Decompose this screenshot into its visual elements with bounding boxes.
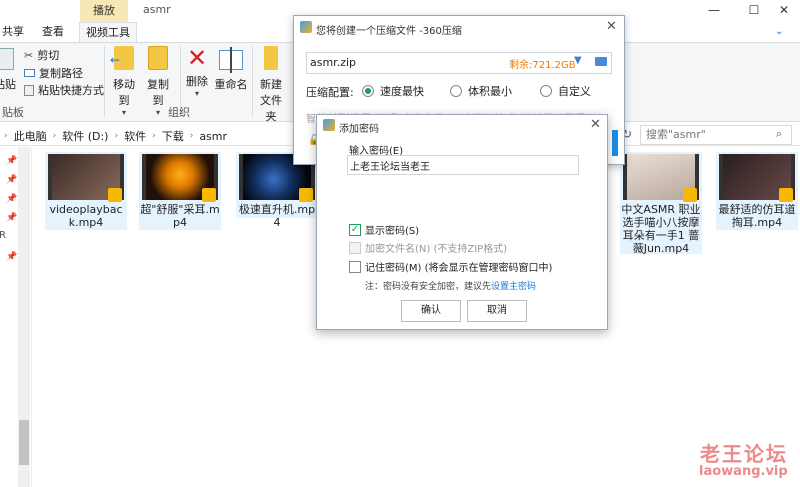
set-master-password-link[interactable]: 设置主密码 xyxy=(491,282,536,292)
password-input[interactable] xyxy=(347,155,579,175)
archive-filename: asmr.zip xyxy=(310,56,357,69)
dropdown-arrow-icon[interactable]: ▼ xyxy=(574,55,582,66)
copy-path-button[interactable]: 复制路径 xyxy=(24,65,83,81)
player-badge-icon xyxy=(202,188,216,202)
checkbox-disabled[interactable] xyxy=(349,241,361,254)
file-name: 最舒适的仿耳道掏耳.mp4 xyxy=(718,203,796,229)
video-thumbnail xyxy=(719,154,795,202)
copy-path-icon xyxy=(24,69,35,77)
search-input[interactable]: 搜索"asmr" xyxy=(640,125,792,145)
rename-button[interactable]: 重命名 xyxy=(214,46,248,92)
tab-play-context[interactable]: 播放 xyxy=(80,0,128,22)
tab-share[interactable]: 共享 xyxy=(2,22,24,42)
copy-to-icon xyxy=(148,46,168,70)
show-password-checkbox[interactable]: 显示密码(S) xyxy=(349,222,419,237)
minimize-button[interactable]: — xyxy=(694,0,734,22)
new-folder-icon xyxy=(264,46,278,70)
compression-config-label: 压缩配置: xyxy=(306,86,354,99)
remember-password-checkbox[interactable]: 记住密码(M) (将会显示在管理密码窗口中) xyxy=(349,259,552,274)
pin-icon[interactable]: 📌 xyxy=(6,194,17,204)
move-to-button[interactable]: ← 移动到 ▾ xyxy=(108,46,140,117)
video-thumbnail xyxy=(142,154,218,202)
nav-item-truncated[interactable]: R xyxy=(0,230,6,241)
cancel-button[interactable]: 取消 xyxy=(467,300,527,322)
radio-unselected[interactable] xyxy=(450,85,462,97)
group-label-clipboard: 贴板 xyxy=(2,106,24,119)
chevron-right-icon: › xyxy=(52,131,57,141)
security-note: 注：密码没有安全加密，建议先设置主密码 xyxy=(365,282,537,292)
nav-scroll-thumb[interactable] xyxy=(19,420,29,465)
scissors-icon: ✂ xyxy=(24,48,34,62)
ribbon-separator xyxy=(252,46,253,116)
breadcrumb-drive-d[interactable]: 软件 (D:) xyxy=(62,128,108,144)
file-item[interactable]: 超"舒服"采耳.mp4 xyxy=(139,152,221,230)
breadcrumb-downloads[interactable]: 下载 xyxy=(162,128,184,144)
file-name: videoplayback.mp4 xyxy=(49,203,123,229)
file-item[interactable]: videoplayback.mp4 xyxy=(45,152,127,230)
pin-icon[interactable]: 📌 xyxy=(6,175,17,185)
pin-icon[interactable]: 📌 xyxy=(6,156,17,166)
tab-view[interactable]: 查看 xyxy=(42,22,64,42)
ribbon-expand-icon[interactable]: ⌄ xyxy=(775,26,783,37)
checkbox-checked[interactable] xyxy=(349,223,361,236)
rename-icon xyxy=(219,47,243,73)
file-item[interactable]: 中文ASMR 职业选手喵小八按摩耳朵有一手1 蔷薇Jun.mp4 xyxy=(620,152,702,255)
paste-icon[interactable] xyxy=(0,48,14,70)
file-name: 超"舒服"采耳.mp4 xyxy=(140,203,220,229)
delete-button[interactable]: ✕ 删除 ▾ xyxy=(184,46,210,98)
compress-title: 您将创建一个压缩文件 -360压缩 xyxy=(316,26,462,37)
player-badge-icon xyxy=(779,188,793,202)
free-space-label: 剩余:721.2GB xyxy=(509,60,576,71)
pin-icon[interactable]: 📌 xyxy=(6,213,17,223)
cut-button[interactable]: ✂ 剪切 xyxy=(24,47,59,63)
close-button[interactable]: ✕ xyxy=(764,0,800,22)
360-zip-logo-icon xyxy=(300,21,312,33)
chevron-right-icon: › xyxy=(189,131,194,141)
delete-x-icon: ✕ xyxy=(186,44,208,72)
breadcrumb-software[interactable]: 软件 xyxy=(124,128,146,144)
paste-shortcut-button[interactable]: 粘贴快捷方式 xyxy=(24,82,104,98)
start-compress-button[interactable] xyxy=(612,130,618,156)
chevron-right-icon: › xyxy=(152,131,156,141)
player-badge-icon xyxy=(108,188,122,202)
group-label-organize: 组织 xyxy=(168,106,190,119)
video-thumbnail xyxy=(623,154,699,202)
breadcrumb: › 此电脑 › 软件 (D:) › 软件 › 下载 › asmr xyxy=(4,128,227,144)
option-fastest[interactable]: 速度最快 xyxy=(362,83,424,99)
pin-icon[interactable]: 📌 xyxy=(6,252,17,262)
move-to-icon: ← xyxy=(110,46,134,70)
search-icon: ⌕ xyxy=(776,127,783,140)
option-smallest[interactable]: 体积最小 xyxy=(450,83,512,99)
watermark-title: 老王论坛 xyxy=(700,442,788,466)
watermark-url: laowang.vip xyxy=(699,464,788,479)
checkbox-unchecked[interactable] xyxy=(349,260,361,273)
tab-video-tools[interactable]: 视频工具 xyxy=(79,22,137,42)
ok-button[interactable]: 确认 xyxy=(401,300,461,322)
radio-selected[interactable] xyxy=(362,85,374,97)
file-name: 中文ASMR 职业选手喵小八按摩耳朵有一手1 蔷薇Jun.mp4 xyxy=(621,203,701,255)
folder-browse-icon[interactable] xyxy=(595,57,607,66)
360-zip-logo-icon xyxy=(323,119,335,131)
chevron-right-icon: › xyxy=(4,131,8,141)
dialog-title: 添加密码 xyxy=(339,124,379,135)
window-title: asmr xyxy=(143,3,171,16)
video-thumbnail xyxy=(48,154,124,202)
paste-shortcut-icon xyxy=(24,84,34,96)
breadcrumb-asmr[interactable]: asmr xyxy=(199,130,227,143)
option-custom[interactable]: 自定义 xyxy=(540,83,591,99)
paste-button[interactable]: 粘贴 xyxy=(0,76,16,92)
radio-unselected[interactable] xyxy=(540,85,552,97)
new-folder-button[interactable]: 新建 文件夹 xyxy=(255,46,287,124)
player-badge-icon xyxy=(683,188,697,202)
encrypt-filenames-checkbox[interactable]: 加密文件名(N) (不支持ZIP格式) xyxy=(349,240,507,255)
player-badge-icon xyxy=(299,188,313,202)
breadcrumb-this-pc[interactable]: 此电脑 xyxy=(14,128,47,144)
add-password-dialog: 添加密码 ✕ 输入密码(E) 显示密码(S) 加密文件名(N) (不支持ZIP格… xyxy=(316,114,608,330)
file-name: 极速直升机.mp4 xyxy=(238,203,316,229)
close-icon[interactable]: ✕ xyxy=(606,19,617,34)
ribbon-separator xyxy=(104,46,105,116)
file-item[interactable]: 最舒适的仿耳道掏耳.mp4 xyxy=(716,152,798,230)
close-icon[interactable]: ✕ xyxy=(590,117,601,132)
chevron-right-icon: › xyxy=(114,131,119,141)
